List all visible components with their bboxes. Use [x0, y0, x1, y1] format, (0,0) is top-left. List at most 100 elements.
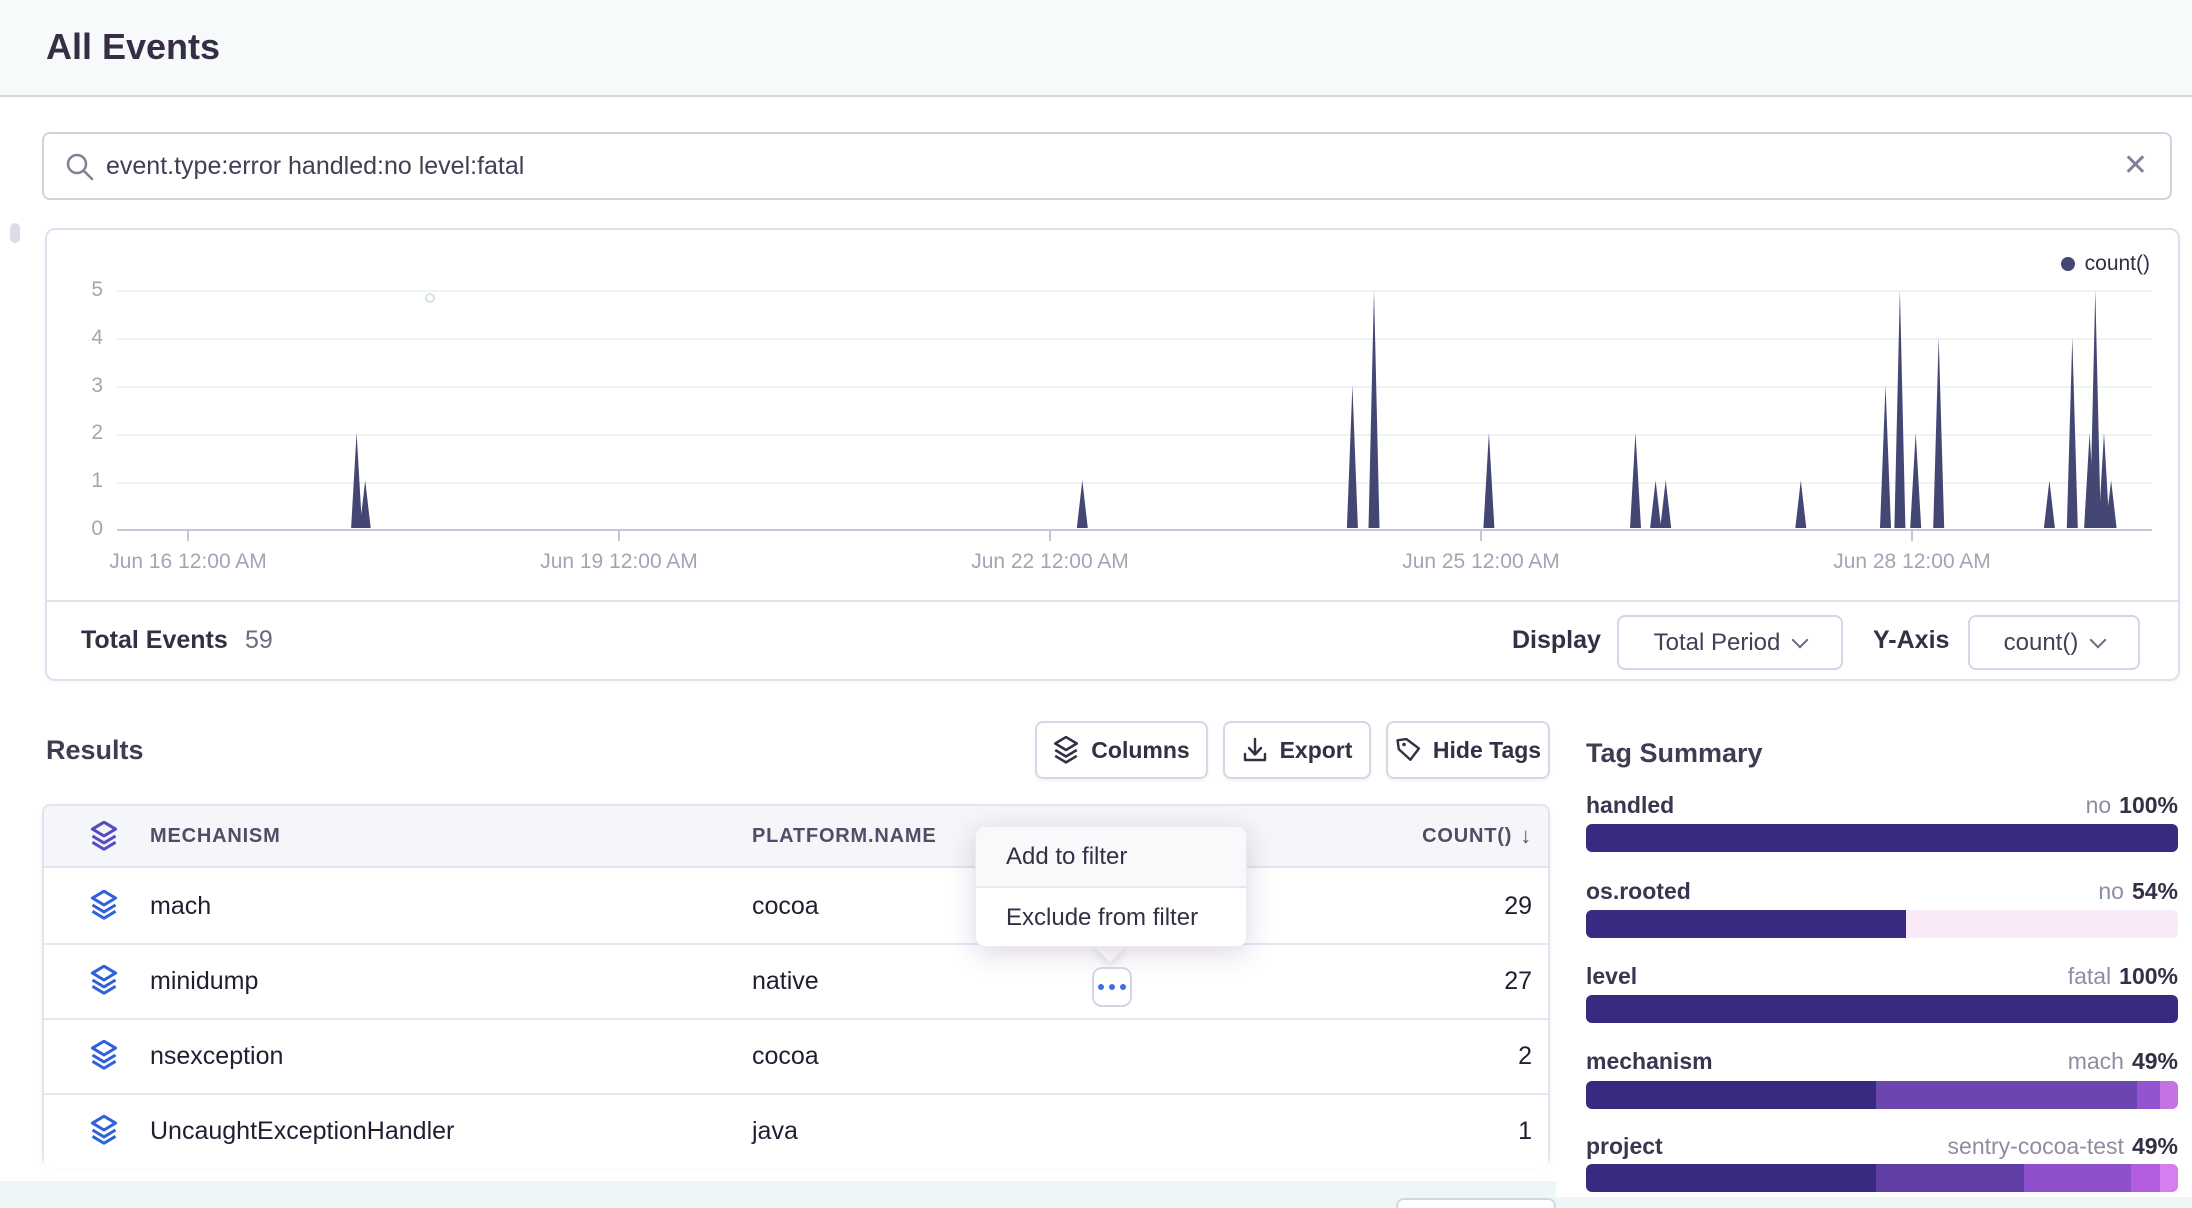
column-header-mechanism[interactable]: MECHANISM	[150, 825, 281, 848]
display-label: Display	[1512, 626, 1601, 655]
tag-percent: 54%	[2132, 878, 2178, 904]
cell-count: 1	[1518, 1117, 1532, 1146]
chart-spike	[1933, 338, 1944, 528]
tag-bar-segment	[2024, 1164, 2131, 1192]
hide-tags-button-label: Hide Tags	[1433, 737, 1541, 764]
release-marker-icon	[425, 293, 435, 303]
tag-value: fatal 100%	[2068, 963, 2178, 990]
x-tick	[1480, 531, 1482, 541]
chart-spike	[1630, 433, 1641, 528]
column-header-platform[interactable]: PLATFORM.NAME	[752, 825, 936, 848]
export-button[interactable]: Export	[1223, 721, 1371, 779]
menu-item-exclude-from-filter[interactable]: Exclude from filter	[976, 889, 1246, 946]
chart-spike	[1910, 433, 1921, 528]
chart-spike	[1483, 433, 1494, 528]
column-header-count[interactable]: COUNT() ↓	[1422, 825, 1532, 849]
chart-spike	[1077, 480, 1088, 528]
tag-name: level	[1586, 963, 1637, 990]
all-events-page: All Events ✕ count() 5 4 3 2 1 0	[0, 0, 2192, 1208]
table-row[interactable]: nsexception cocoa 2	[44, 1020, 1548, 1093]
tag-top-value: sentry-cocoa-test	[1948, 1133, 2124, 1159]
tag-bar-segment	[1906, 910, 2178, 938]
context-menu: Add to filter Exclude from filter	[975, 826, 1247, 947]
x-axis-label: Jun 25 12:00 AM	[1341, 550, 1621, 574]
cell-mechanism: nsexception	[150, 1042, 283, 1071]
tag-bar-segment	[2160, 1081, 2178, 1109]
chevron-down-icon	[2090, 631, 2107, 648]
tag-bar-segment	[1586, 995, 2178, 1023]
ellipsis-icon	[1120, 984, 1126, 990]
cell-count: 27	[1504, 967, 1532, 996]
tag-name: os.rooted	[1586, 878, 1691, 905]
tag-bar-segment	[1876, 1164, 2024, 1192]
results-table: MECHANISM PLATFORM.NAME COUNT() ↓ mach c…	[42, 804, 1550, 1165]
tag-top-value: fatal	[2068, 963, 2111, 989]
tag-bar-segment	[2131, 1164, 2161, 1192]
export-button-label: Export	[1280, 737, 1353, 764]
total-events-label: Total Events	[81, 626, 228, 655]
columns-button-label: Columns	[1091, 737, 1189, 764]
tag-bar[interactable]	[1586, 995, 2178, 1023]
ellipsis-icon	[1098, 984, 1104, 990]
table-row[interactable]: UncaughtExceptionHandler java 1	[44, 1095, 1548, 1168]
sort-desc-icon: ↓	[1520, 823, 1532, 849]
tag-bar-segment	[2137, 1081, 2161, 1109]
tag-row-label: level fatal 100%	[1586, 963, 2178, 990]
page-title: All Events	[46, 26, 220, 68]
cell-mechanism: UncaughtExceptionHandler	[150, 1117, 454, 1146]
tag-bar[interactable]	[1586, 824, 2178, 852]
table-row[interactable]: minidump native 27	[44, 945, 1548, 1018]
cell-mechanism: minidump	[150, 967, 258, 996]
layers-icon	[90, 821, 118, 851]
chart-spikes	[47, 230, 2178, 530]
tag-value: sentry-cocoa-test49%	[1948, 1133, 2178, 1160]
tag-bar[interactable]	[1586, 1081, 2178, 1109]
tag-value: no100%	[2086, 792, 2178, 819]
tag-row-label: project sentry-cocoa-test49%	[1586, 1133, 2178, 1160]
tag-bar[interactable]	[1586, 910, 2178, 938]
tag-top-value: no	[2086, 792, 2112, 818]
yaxis-dropdown[interactable]: count()	[1968, 615, 2140, 670]
x-axis-label: Jun 22 12:00 AM	[910, 550, 1190, 574]
tag-bar-segment	[2160, 1164, 2178, 1192]
cell-platform: cocoa	[752, 892, 819, 921]
menu-item-add-to-filter[interactable]: Add to filter	[976, 827, 1246, 888]
layers-icon	[90, 890, 118, 920]
cell-platform: cocoa	[752, 1042, 819, 1071]
tag-bar-segment	[1586, 910, 1906, 938]
tag-top-value: no	[2098, 878, 2124, 904]
total-events-value: 59	[245, 626, 273, 655]
x-tick	[1049, 531, 1051, 541]
x-axis-label: Jun 19 12:00 AM	[479, 550, 759, 574]
chevron-down-icon	[1792, 631, 1809, 648]
tag-value: mach49%	[2068, 1048, 2178, 1075]
cell-count: 29	[1504, 892, 1532, 921]
chart-spike	[1650, 480, 1661, 528]
layers-icon	[90, 1040, 118, 1070]
display-dropdown-value: Total Period	[1654, 629, 1781, 657]
table-row[interactable]: mach cocoa 29	[44, 870, 1548, 943]
tag-bar-segment	[1586, 1081, 1876, 1109]
clear-search-icon[interactable]: ✕	[2123, 148, 2148, 183]
yaxis-dropdown-value: count()	[2004, 629, 2079, 657]
tag-row-label: mechanism mach49%	[1586, 1048, 2178, 1075]
tag-top-value: mach	[2068, 1048, 2124, 1074]
pagination-button-sliver[interactable]	[1396, 1198, 1556, 1208]
cell-count: 2	[1518, 1042, 1532, 1071]
ellipsis-button[interactable]	[1092, 967, 1132, 1007]
hide-tags-button[interactable]: Hide Tags	[1386, 721, 1550, 779]
drag-handle[interactable]	[10, 223, 20, 243]
chart-spike	[2090, 290, 2101, 528]
count-header-label: COUNT()	[1422, 825, 1512, 849]
tag-percent: 100%	[2119, 963, 2178, 989]
search-bar: ✕	[42, 132, 2172, 200]
x-tick	[187, 531, 189, 541]
columns-button[interactable]: Columns	[1035, 721, 1208, 779]
tag-bar[interactable]	[1586, 1164, 2178, 1192]
display-dropdown[interactable]: Total Period	[1617, 615, 1843, 670]
chart-spike	[2044, 480, 2055, 528]
layers-icon	[90, 1115, 118, 1145]
search-input[interactable]	[106, 136, 2106, 196]
ellipsis-icon	[1109, 984, 1115, 990]
chart-panel: count() 5 4 3 2 1 0 Jun 16 12:00 AM Jun …	[45, 228, 2180, 681]
